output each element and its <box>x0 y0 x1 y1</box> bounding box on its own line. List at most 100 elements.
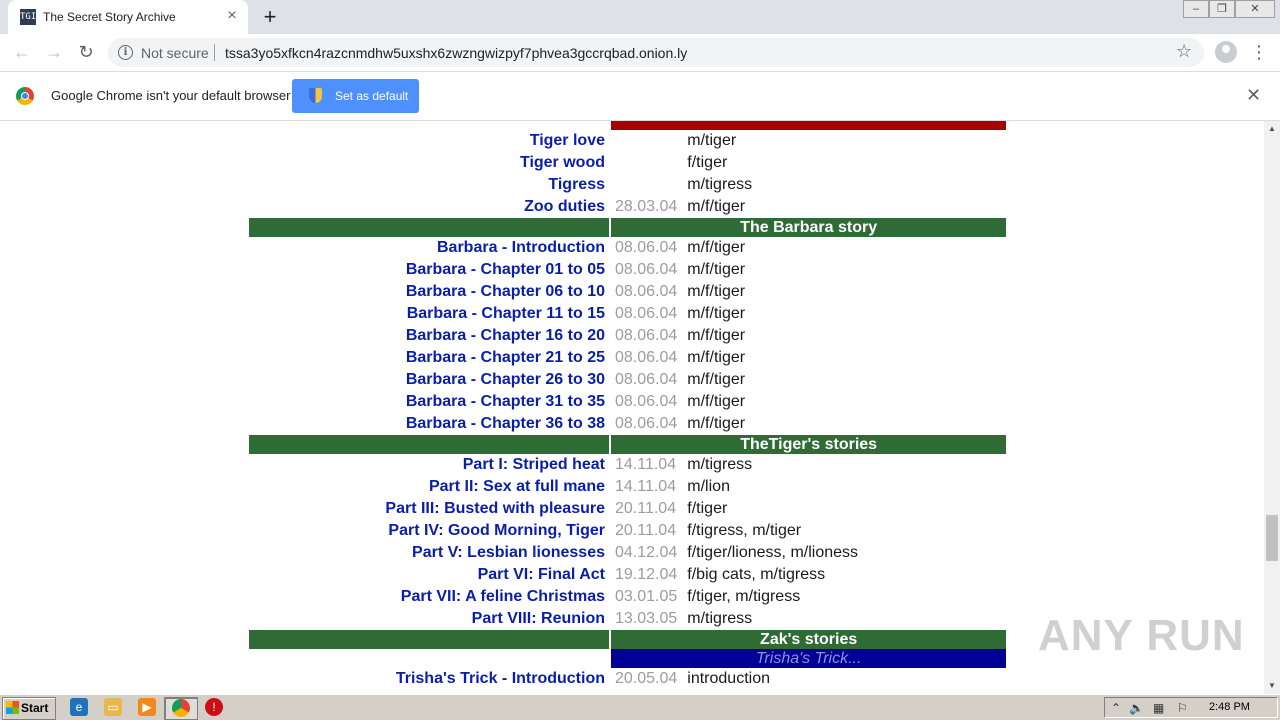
section-header-row: The Barbara story <box>249 218 1007 237</box>
story-row: Tigress m/tigress <box>249 174 1006 196</box>
story-row: Barbara - Chapter 26 to 30 08.06.04 m/f/ti… <box>249 369 1006 391</box>
ie-icon[interactable]: e <box>70 698 88 716</box>
story-title-link[interactable]: Part VI: Final Act <box>249 564 609 586</box>
story-category: m/f/tiger <box>687 261 746 278</box>
story-title-link[interactable]: Barbara - Chapter 31 to 35 <box>249 391 609 413</box>
story-title-link[interactable]: Tiger love <box>249 130 609 152</box>
story-row: Tiger wood f/tiger <box>249 152 1006 174</box>
story-category: introduction <box>687 670 770 687</box>
tray-expand-icon[interactable]: ⌃ <box>1111 701 1121 715</box>
scroll-down-icon[interactable]: ▼ <box>1264 678 1280 694</box>
story-title-link[interactable]: Part VIII: Reunion <box>249 608 609 630</box>
opera-icon[interactable]: ! <box>205 698 223 716</box>
story-row: Barbara - Chapter 31 to 35 08.06.04 m/f/ti… <box>249 391 1006 413</box>
browser-toolbar: ← → ↻ i Not secure tssa3yo5xfkcn4razcnmd… <box>0 34 1280 72</box>
forward-icon[interactable]: → <box>42 40 66 64</box>
clock[interactable]: 2:48 PM <box>1209 701 1250 713</box>
media-player-icon[interactable]: ▶ <box>138 698 156 716</box>
flag-icon[interactable]: ⚐ <box>1177 701 1188 715</box>
story-category: m/f/tiger <box>687 198 746 215</box>
shield-icon <box>309 88 322 103</box>
back-icon[interactable]: ← <box>10 40 34 64</box>
story-category: f/tiger <box>687 154 728 171</box>
story-title-link[interactable]: Zoo duties <box>249 196 609 218</box>
story-row: Barbara - Chapter 21 to 25 08.06.04 m/f/ti… <box>249 347 1006 369</box>
story-title-link[interactable]: Part I: Striped heat <box>249 454 609 476</box>
section-header: The Barbara story <box>611 218 1007 237</box>
section-header-spacer <box>249 435 609 454</box>
minimize-button[interactable]: – <box>1183 0 1209 18</box>
infobar-close-icon[interactable]: ✕ <box>1246 85 1261 105</box>
story-category: f/big cats, m/tigress <box>687 566 826 583</box>
story-date <box>611 130 681 152</box>
story-row: Zoo duties 28.03.04 m/f/tiger <box>249 196 1006 218</box>
story-title-link[interactable]: Barbara - Chapter 21 to 25 <box>249 347 609 369</box>
story-category: f/tiger/lioness, m/lioness <box>687 544 859 561</box>
infobar-message: Google Chrome isn't your default browser <box>51 88 291 103</box>
security-label[interactable]: Not secure <box>141 45 209 61</box>
story-date: 08.06.04 <box>615 327 678 344</box>
explorer-icon[interactable]: ▭ <box>104 698 122 716</box>
system-tray: ⌃ 🔈 ▦ ⚐ 2:48 PM <box>1104 697 1278 718</box>
story-date: 08.06.04 <box>615 305 678 322</box>
tab-close-icon[interactable]: × <box>224 8 240 24</box>
reload-icon[interactable]: ↻ <box>74 40 98 64</box>
story-date: 04.12.04 <box>615 544 678 561</box>
story-category: m/f/tiger <box>687 283 746 300</box>
story-category: f/tiger, m/tigress <box>687 588 801 605</box>
start-button[interactable]: Start <box>2 697 56 720</box>
section-header: Zak's stories <box>611 630 1007 649</box>
chrome-taskbar-button[interactable] <box>164 697 198 720</box>
story-row: Barbara - Introduction 08.06.04 m/f/tiger <box>249 237 1006 259</box>
story-title-link[interactable]: Tiger wood <box>249 152 609 174</box>
story-date: 20.11.04 <box>615 522 677 539</box>
story-category: m/tigress <box>687 456 753 473</box>
set-as-default-button[interactable]: Set as default <box>292 79 419 113</box>
window-close-button[interactable]: ✕ <box>1235 0 1275 18</box>
story-title-link[interactable]: Part IV: Good Morning, Tiger <box>249 520 609 542</box>
story-date: 08.06.04 <box>615 283 678 300</box>
story-title-link[interactable]: Part VII: A feline Christmas <box>249 586 609 608</box>
story-row: Trisha's Trick - Introduction 20.05.04 int… <box>249 668 1006 690</box>
story-date <box>611 152 681 174</box>
section-header-row <box>249 121 1007 130</box>
story-row: Part III: Busted with pleasure 20.11.04 f/… <box>249 498 1006 520</box>
story-row: Part II: Sex at full mane 14.11.04 m/lion <box>249 476 1006 498</box>
story-row: Barbara - Chapter 16 to 20 08.06.04 m/f/ti… <box>249 325 1006 347</box>
story-title-link[interactable]: Barbara - Chapter 01 to 05 <box>249 259 609 281</box>
story-title-link[interactable]: Barbara - Chapter 06 to 10 <box>249 281 609 303</box>
story-title-link[interactable]: Part V: Lesbian lionesses <box>249 542 609 564</box>
restore-button[interactable]: ❐ <box>1209 0 1235 18</box>
story-category: m/f/tiger <box>687 393 746 410</box>
story-date: 08.06.04 <box>615 371 678 388</box>
story-title-link[interactable]: Barbara - Chapter 36 to 38 <box>249 413 609 435</box>
bookmark-star-icon[interactable]: ☆ <box>1176 41 1192 62</box>
story-date: 08.06.04 <box>615 415 678 432</box>
story-title-link[interactable]: Barbara - Chapter 26 to 30 <box>249 369 609 391</box>
set-as-default-label: Set as default <box>335 89 409 103</box>
vertical-scrollbar[interactable]: ▲ ▼ <box>1264 121 1280 694</box>
story-title-link[interactable]: Barbara - Chapter 16 to 20 <box>249 325 609 347</box>
story-title-link[interactable]: Tigress <box>249 174 609 196</box>
info-icon[interactable]: i <box>118 45 133 60</box>
browser-tab[interactable]: TGI The Secret Story Archive × <box>8 0 248 34</box>
address-bar[interactable]: i Not secure tssa3yo5xfkcn4razcnmdhw5uxs… <box>108 38 1204 67</box>
scrollbar-thumb[interactable] <box>1266 515 1278 561</box>
story-title-link[interactable]: Barbara - Chapter 11 to 15 <box>249 303 609 325</box>
network-icon[interactable]: ▦ <box>1153 701 1164 715</box>
avatar[interactable] <box>1215 41 1237 63</box>
section-subheader: Trisha's Trick... <box>611 649 1007 668</box>
url-text[interactable]: tssa3yo5xfkcn4razcnmdhw5uxshx6zwzngwizpy… <box>225 45 687 61</box>
story-title-link[interactable]: Part II: Sex at full mane <box>249 476 609 498</box>
section-header-spacer <box>249 218 609 237</box>
new-tab-plus-icon[interactable]: + <box>258 6 282 28</box>
story-date: 08.06.04 <box>615 261 678 278</box>
speaker-icon[interactable]: 🔈 <box>1129 701 1144 715</box>
section-header: TheTiger's stories <box>611 435 1007 454</box>
scroll-up-icon[interactable]: ▲ <box>1264 121 1280 137</box>
story-title-link[interactable]: Barbara - Introduction <box>249 237 609 259</box>
story-title-link[interactable]: Part III: Busted with pleasure <box>249 498 609 520</box>
story-title-link[interactable]: Trisha's Trick - Introduction <box>249 668 609 690</box>
story-category: m/tigress <box>687 610 753 627</box>
menu-icon[interactable]: ⋮ <box>1250 40 1268 64</box>
